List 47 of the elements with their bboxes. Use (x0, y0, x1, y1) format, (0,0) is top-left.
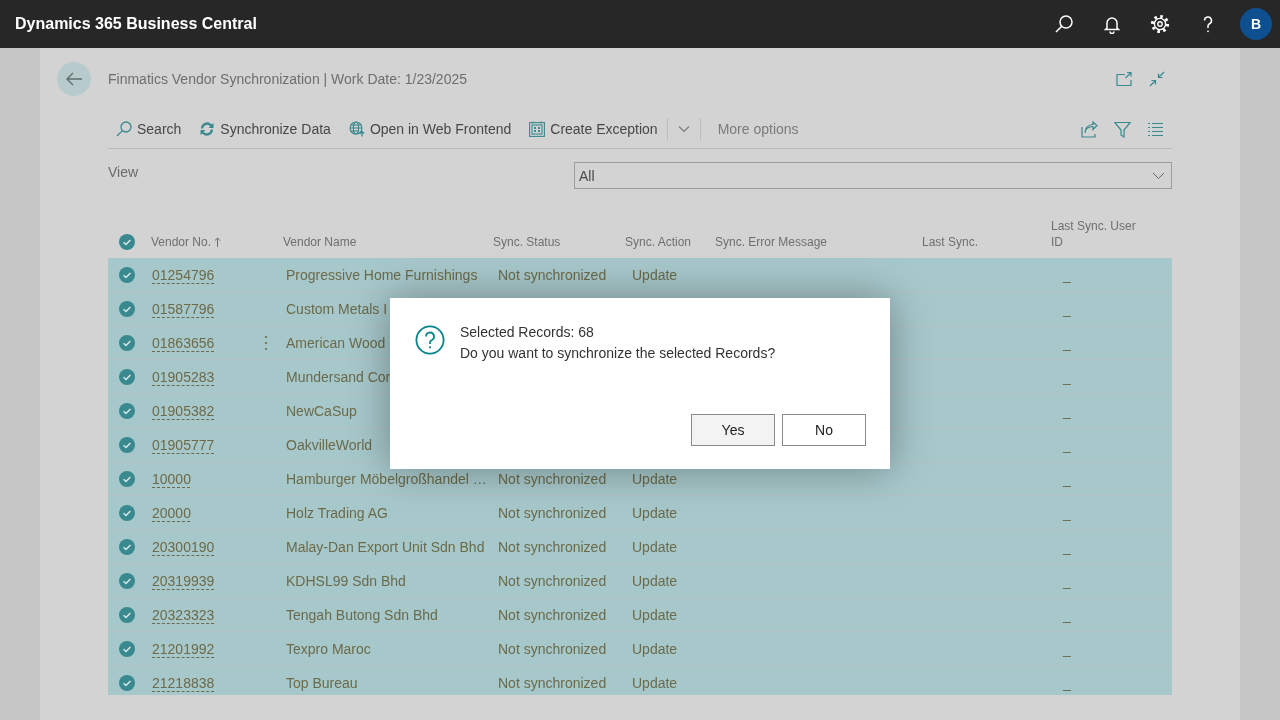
table-cell: Update (632, 470, 678, 487)
table-cell: Update (632, 674, 678, 691)
table-cell: Update (632, 266, 678, 283)
table-cell: _ (1063, 572, 1071, 589)
table-cell: Not synchronized (498, 538, 607, 555)
view-label: View (108, 163, 140, 182)
table-cell: _ (1063, 402, 1071, 419)
table-cell: American Wood (286, 334, 386, 351)
table-cell: Progressive Home Furnishings (286, 266, 478, 283)
dialog-text: Do you want to synchronize the selected Records? (460, 344, 776, 363)
table-cell: _ (1063, 538, 1071, 555)
table-cell: _ (1063, 300, 1071, 317)
table-cell: _ (1063, 504, 1071, 521)
table-cell: _ (1063, 606, 1071, 623)
table-cell: _ (1063, 436, 1071, 453)
table-cell: _ (1063, 640, 1071, 657)
table-cell: Top Bureau (286, 674, 358, 691)
table-cell: Update (632, 538, 678, 555)
table-cell: Update (632, 606, 678, 623)
page-title: Finmatics Vendor Synchronization | Work Date: 1/23/2025 (108, 71, 467, 87)
table-cell: KDHSL99 Sdn Bhd (286, 572, 406, 589)
table-cell: OakvilleWorld (286, 436, 373, 453)
table-cell: _ (1063, 266, 1071, 283)
table-cell: Not synchronized (498, 606, 607, 623)
table-cell: Update (632, 504, 678, 521)
table-cell: _ (1063, 674, 1071, 691)
table-cell: Mundersand Cor (286, 368, 391, 385)
table-cell: NewCaSup (286, 402, 357, 419)
table-cell: Not synchronized (498, 504, 607, 521)
table-cell: _ (1063, 470, 1071, 487)
dialog-text: Selected Records: 68 (460, 323, 595, 342)
table-cell: Update (632, 640, 678, 657)
table-cell: Texpro Maroc (286, 640, 371, 657)
table-cell: Not synchronized (498, 266, 607, 283)
table-cell: _ (1063, 334, 1071, 351)
table-cell: _ (1063, 368, 1071, 385)
table-cell: Tengah Butong Sdn Bhd (286, 606, 438, 623)
table-cell: Malay-Dan Export Unit Sdn Bhd (286, 538, 485, 555)
table-cell: Not synchronized (498, 572, 607, 589)
app-title: Dynamics 365 Business Central (15, 15, 258, 33)
table-cell: Not synchronized (498, 470, 607, 487)
table-cell: Not synchronized (498, 640, 607, 657)
table-cell: Update (632, 572, 678, 589)
table-cell: Hamburger Möbelgroßhandel … (286, 470, 487, 487)
table-cell: Holz Trading AG (286, 504, 388, 521)
table-cell: Not synchronized (498, 674, 607, 691)
table-cell: Custom Metals I (286, 300, 388, 317)
